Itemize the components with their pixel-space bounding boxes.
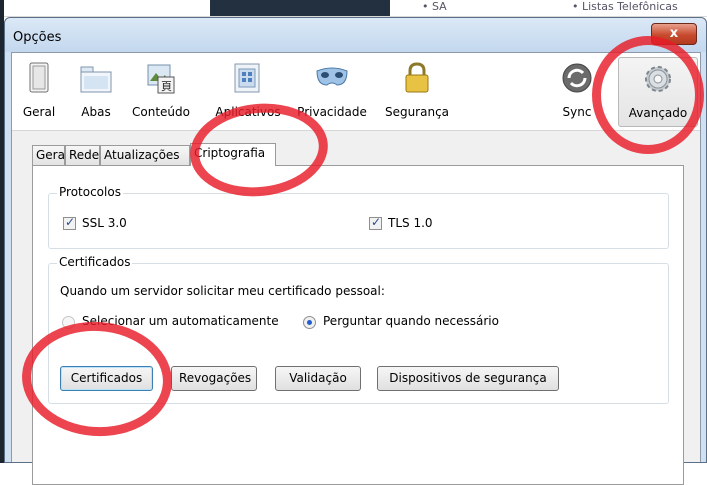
certificates-prompt: Quando um servidor solicitar meu certifi… xyxy=(60,284,385,298)
background-text: • SA xyxy=(422,0,447,13)
certificates-group: Certificados Quando um servidor solicita… xyxy=(48,255,669,404)
check-icon: ✓ xyxy=(65,215,76,229)
toolbar-item-label: Segurança xyxy=(384,105,450,119)
applications-icon xyxy=(234,63,260,93)
toolbar-item-avancado[interactable]: Avançado xyxy=(618,57,698,127)
radio-ask-every-time-label: Perguntar quando necessário xyxy=(323,314,499,328)
toolbar-item-label: Avançado xyxy=(628,106,688,120)
validation-button[interactable]: Validação xyxy=(275,366,361,391)
tab-rede[interactable]: Rede xyxy=(65,145,100,165)
mask-icon xyxy=(316,67,348,86)
toolbar-item-label: Abas xyxy=(81,105,111,119)
toolbar-item-conteudo[interactable]: 頁 Conteúdo xyxy=(122,57,200,127)
toolbar-item-seguranca[interactable]: Segurança xyxy=(377,57,457,127)
gear-icon xyxy=(645,66,671,92)
category-toolbar: Geral Abas 頁 Conteúdo Aplicativos Privac… xyxy=(12,53,700,131)
close-button[interactable]: x xyxy=(651,23,697,45)
svg-text:頁: 頁 xyxy=(161,80,172,93)
protocols-group: Protocolos ✓ SSL 3.0 ✓ TLS 1.0 xyxy=(48,185,669,249)
dialog-client: Geral Abas 頁 Conteúdo Aplicativos Privac… xyxy=(11,52,701,485)
tab-criptografia[interactable]: Criptografia xyxy=(190,143,276,166)
ssl-checkbox[interactable]: ✓ xyxy=(63,215,76,230)
view-certificates-button[interactable]: Certificados xyxy=(60,366,153,391)
background-blur xyxy=(210,0,390,16)
options-dialog: Opções x Geral Abas 頁 Conteúdo Aplicativ… xyxy=(4,17,707,485)
tabs-icon xyxy=(80,66,112,93)
content-icon: 頁 xyxy=(147,64,175,94)
toolbar-item-label: Conteúdo xyxy=(132,105,190,119)
close-icon: x xyxy=(669,26,679,41)
tls-checkbox[interactable]: ✓ xyxy=(369,215,382,230)
toolbar-item-abas[interactable]: Abas xyxy=(72,57,120,127)
background-text: • Listas Telefônicas xyxy=(572,0,678,13)
tab-atualizacoes[interactable]: Atualizações xyxy=(100,145,190,165)
tab-geral[interactable]: Geral xyxy=(32,145,68,165)
radio-ask-every-time[interactable] xyxy=(303,316,316,329)
tls-label: TLS 1.0 xyxy=(388,216,433,230)
toolbar-item-label: Aplicativos xyxy=(215,105,281,119)
title-bar[interactable]: Opções x xyxy=(5,18,706,52)
toolbar-item-label: Geral xyxy=(22,105,56,119)
toolbar-item-label: Privacidade xyxy=(297,105,367,119)
advanced-panel: Geral Rede Atualizações Criptografia Pro… xyxy=(12,131,700,485)
security-devices-button[interactable]: Dispositivos de segurança xyxy=(377,366,559,391)
radio-select-automatically-label: Selecionar um automaticamente xyxy=(82,314,279,328)
toolbar-item-sync[interactable]: Sync xyxy=(552,57,602,127)
ssl-label: SSL 3.0 xyxy=(82,216,127,230)
toolbar-item-label: Sync xyxy=(562,105,592,119)
toolbar-item-privacidade[interactable]: Privacidade xyxy=(292,57,372,127)
window-title: Opções xyxy=(13,30,62,45)
certificates-title: Certificados xyxy=(57,255,133,269)
toolbar-item-geral[interactable]: Geral xyxy=(14,57,64,127)
switch-icon xyxy=(29,62,49,93)
check-icon: ✓ xyxy=(371,215,382,229)
toolbar-item-aplicativos[interactable]: Aplicativos xyxy=(206,57,290,127)
revocation-lists-button[interactable]: Revogações xyxy=(171,366,257,391)
radio-select-automatically[interactable] xyxy=(62,316,75,329)
lock-icon xyxy=(405,62,429,93)
protocols-title: Protocolos xyxy=(57,185,123,199)
sync-icon xyxy=(562,63,592,93)
tab-page-criptografia: Protocolos ✓ SSL 3.0 ✓ TLS 1.0 Certifica… xyxy=(32,165,684,485)
